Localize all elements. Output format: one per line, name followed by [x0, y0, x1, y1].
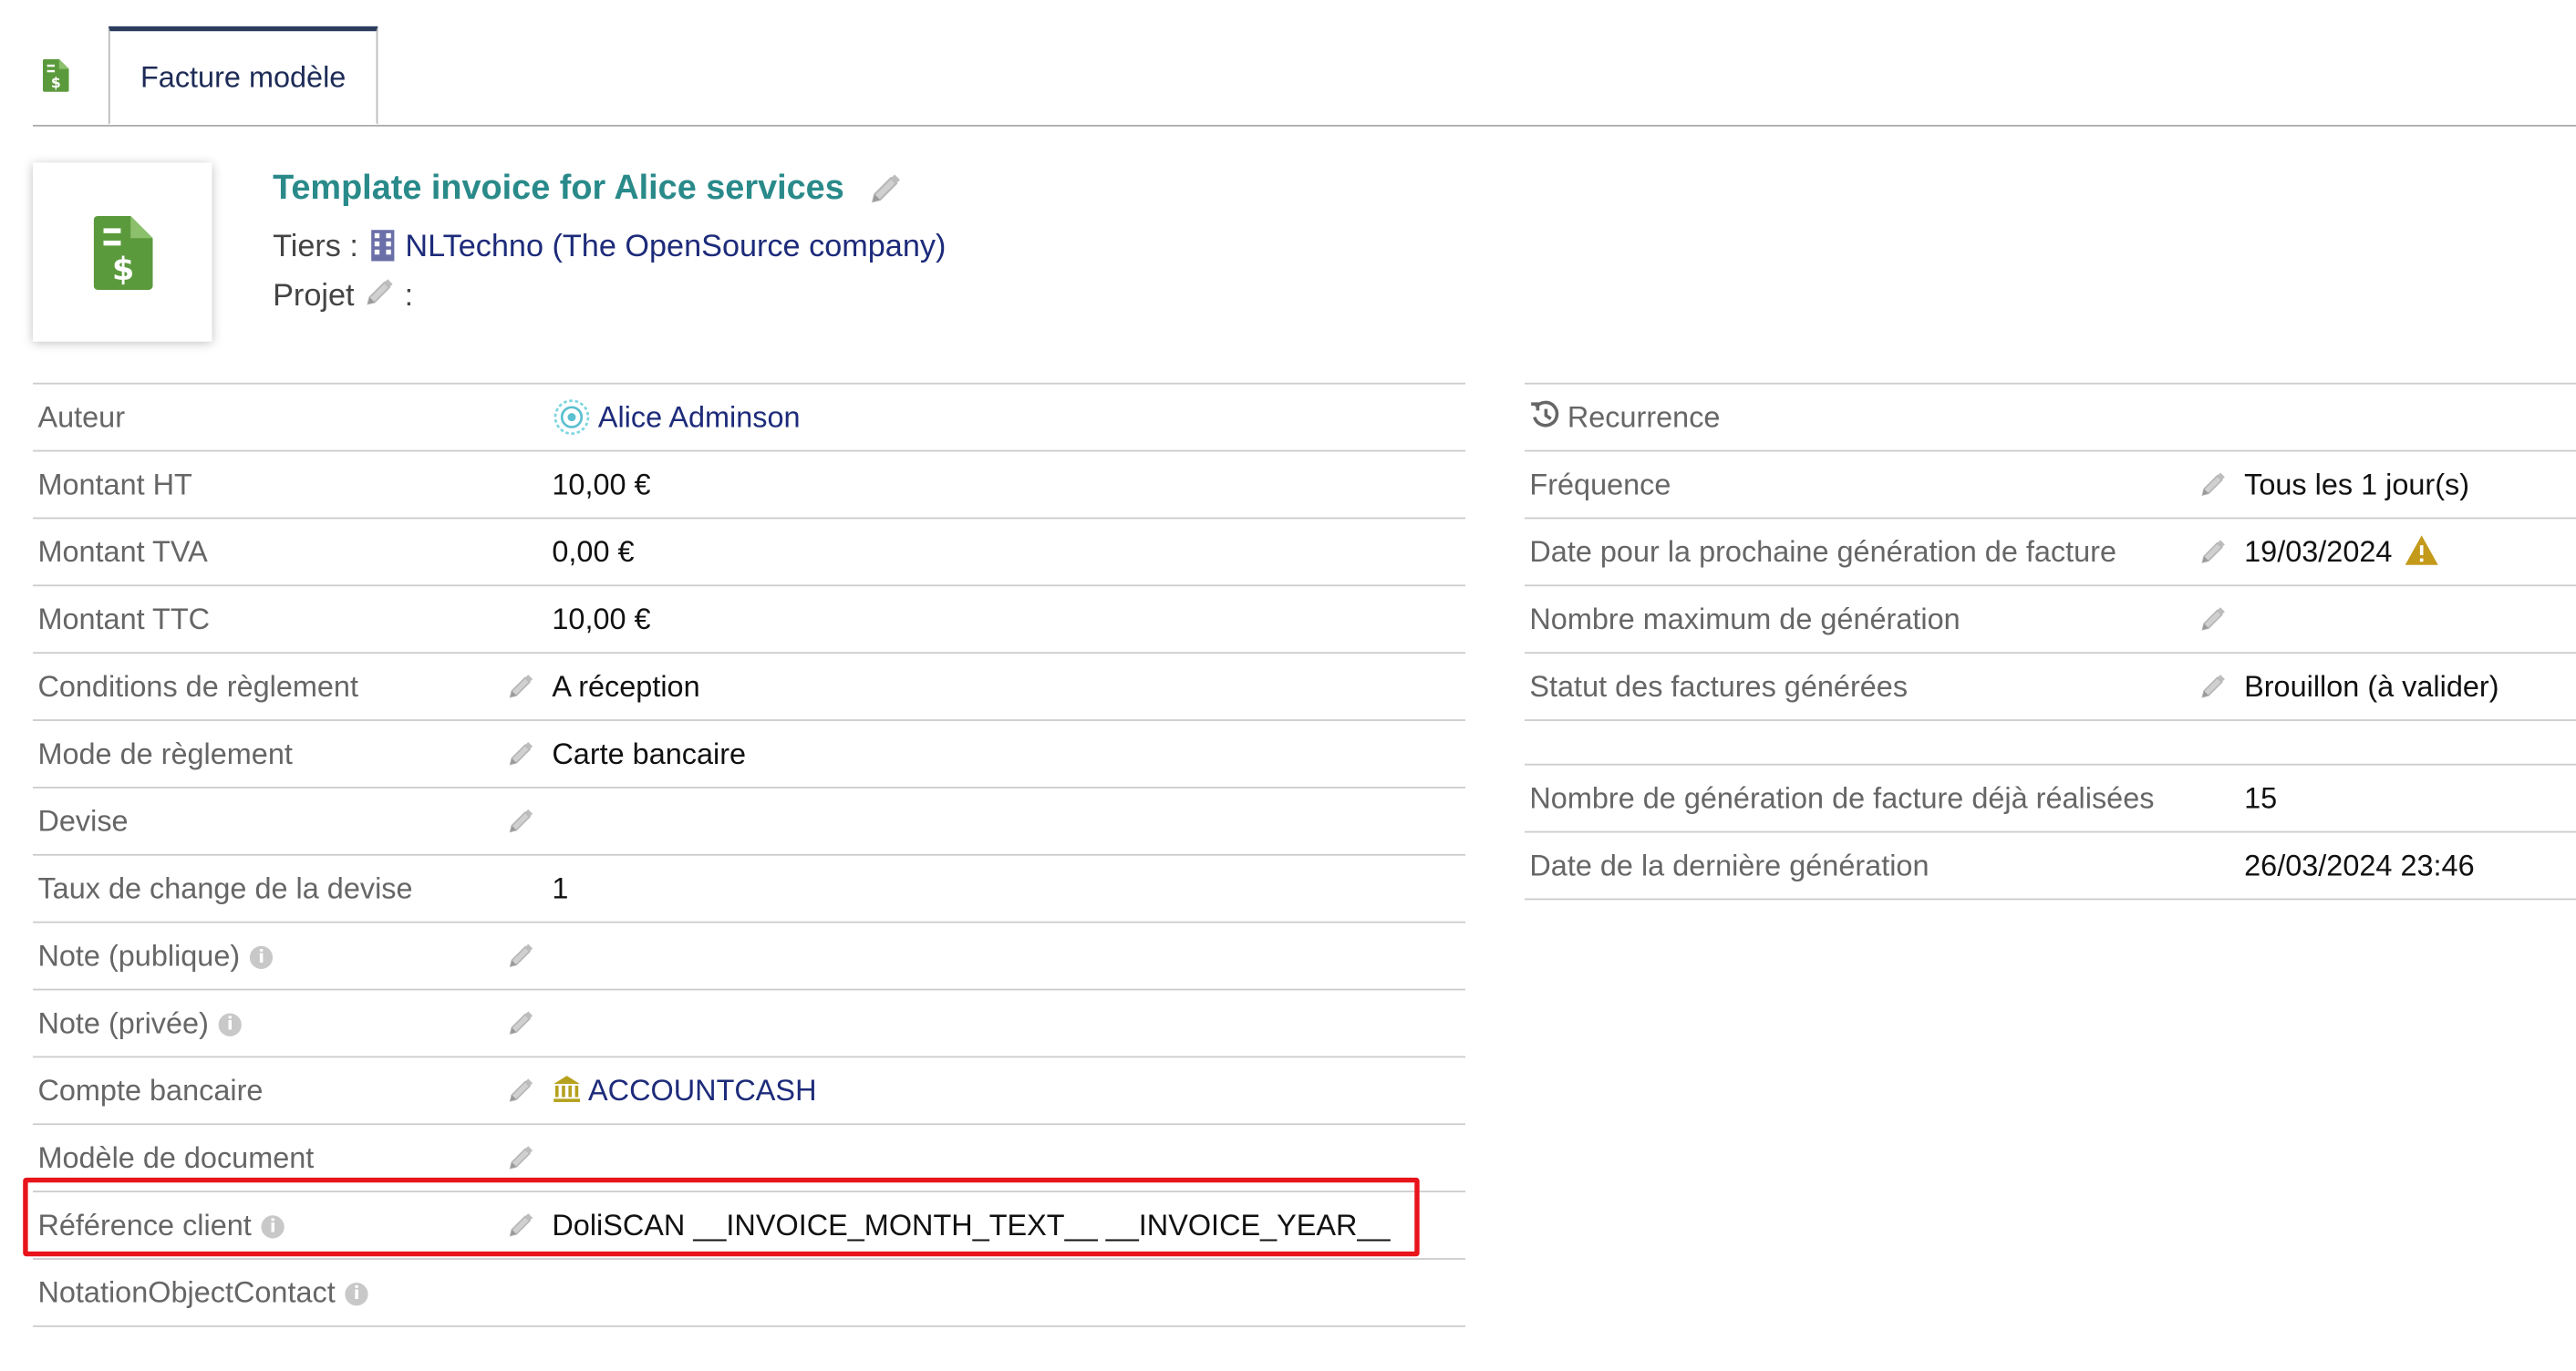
pencil-icon[interactable] [506, 1211, 535, 1240]
table-row: Devise [33, 789, 1466, 856]
building-icon [371, 230, 396, 262]
warning-icon [2405, 535, 2438, 565]
table-row: Statut des factures générées Brouillon (… [1524, 654, 2576, 721]
table-row: Note (privée) i [33, 990, 1466, 1058]
recurrence-table: Recurrence Fréquence Tous les 1 jour(s) … [1524, 382, 2576, 901]
info-icon: i [261, 1215, 284, 1239]
object-picture [33, 162, 212, 342]
history-icon [1531, 400, 1559, 428]
projet-line: Projet : [273, 276, 413, 315]
pencil-icon[interactable] [2198, 672, 2228, 701]
info-icon: i [345, 1283, 368, 1306]
table-row: Compte bancaire ACCOUNTCASH [33, 1057, 1466, 1126]
table-spacer [1524, 721, 2576, 766]
info-icon: i [218, 1014, 242, 1037]
pencil-icon[interactable] [506, 941, 535, 970]
table-row: Nombre de génération de facture déjà réa… [1524, 766, 2576, 833]
invoice-icon[interactable] [43, 59, 69, 92]
table-row: Montant TVA 0,00 € [33, 519, 1466, 587]
invoice-details-table: Auteur Alice Adminson Montant HT 10,00 €… [33, 382, 1466, 1327]
table-row: Conditions de règlement A réception [33, 654, 1466, 721]
table-row: Date pour la prochaine génération de fac… [1524, 519, 2576, 587]
bank-account-link[interactable]: ACCOUNTCASH [588, 1074, 816, 1107]
table-row: Note (publique) i [33, 923, 1466, 991]
user-avatar-icon [553, 399, 590, 436]
pencil-icon[interactable] [2198, 537, 2228, 566]
pencil-icon[interactable] [506, 672, 535, 701]
tab-bar: Facture modèle [33, 26, 2576, 127]
info-icon: i [249, 946, 274, 970]
pencil-icon[interactable] [506, 1076, 535, 1105]
table-row: Taux de change de la devise 1 [33, 856, 1466, 923]
table-row: Date de la dernière génération 26/03/202… [1524, 832, 2576, 901]
table-row: Montant HT 10,00 € [33, 451, 1466, 520]
pencil-icon[interactable] [867, 171, 904, 208]
table-row: Fréquence Tous les 1 jour(s) [1524, 451, 2576, 520]
table-row: Montant TTC 10,00 € [33, 586, 1466, 655]
customer-ref-value: DoliSCAN __INVOICE_MONTH_TEXT__ __INVOIC… [552, 1209, 1391, 1242]
table-row: Modèle de document [33, 1125, 1466, 1193]
tiers-link[interactable]: NLTechno (The OpenSource company) [405, 230, 946, 264]
table-row: Référence client i DoliSCAN __INVOICE_MON… [33, 1192, 1466, 1260]
table-row: Nombre maximum de génération [1524, 586, 2576, 655]
table-row: Auteur Alice Adminson [33, 385, 1466, 452]
author-link[interactable]: Alice Adminson [598, 401, 801, 434]
pencil-icon[interactable] [506, 1143, 535, 1172]
tab-facture-modele[interactable]: Facture modèle [108, 26, 378, 125]
tiers-line: Tiers : NLTechno (The OpenSource company… [273, 230, 947, 265]
pencil-icon[interactable] [506, 1008, 535, 1037]
pencil-icon[interactable] [2198, 604, 2228, 634]
bank-icon [553, 1076, 581, 1102]
pencil-icon[interactable] [506, 807, 535, 836]
page-title: Template invoice for Alice services [273, 170, 903, 209]
pencil-icon[interactable] [2198, 469, 2228, 499]
pencil-icon[interactable] [363, 276, 396, 309]
recurrence-header-row: Recurrence [1524, 385, 2576, 452]
table-row: Mode de règlement Carte bancaire [33, 721, 1466, 789]
invoice-icon [93, 214, 152, 290]
pencil-icon[interactable] [506, 739, 535, 768]
table-row: NotationObjectContact i [33, 1260, 1466, 1327]
